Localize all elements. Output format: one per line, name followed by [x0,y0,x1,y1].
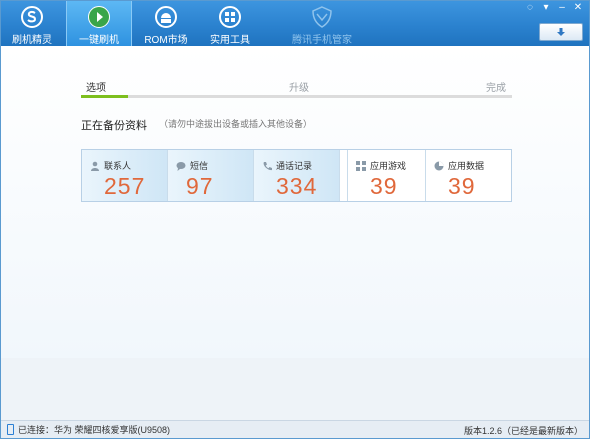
top-toolbar: 刷机精灵 一键刷机 ROM市场 实用工具 腾讯手机管家 ◌ ▾ – ✕ [1,1,589,46]
tab-tencent-manager[interactable]: 腾讯手机管家 [289,1,355,46]
window-controls: ◌ ▾ – ✕ [522,2,586,14]
tab-utilities[interactable]: 实用工具 [203,1,257,46]
card-divider [340,150,348,201]
main-content: 选项 升级 完成 正在备份资料 （请勿中途拔出设备或插入其他设备） 联系人 25… [1,46,589,358]
tab-label: 实用工具 [210,35,250,46]
card-contacts: 联系人 257 [82,150,168,201]
person-icon [90,161,100,171]
close-icon[interactable]: ✕ [570,2,586,14]
version-info: 版本1.2.6（已经是最新版本） [463,426,583,436]
card-value: 334 [276,173,318,199]
card-app-data: 应用数据 39 [426,150,511,201]
progress-track [81,95,512,98]
shield-icon [311,6,333,28]
card-value: 97 [186,173,214,199]
backup-stats: 联系人 257 短信 97 通话记录 334 应用游戏 39 应用数据 39 [81,149,512,202]
card-messages: 短信 97 [168,150,254,201]
footer-panel [1,358,589,420]
minimize-icon[interactable]: – [554,2,570,14]
tab-flash-wizard[interactable]: 刷机精灵 [5,1,59,46]
tab-label: 腾讯手机管家 [292,35,352,46]
arrow-down-icon[interactable] [539,23,583,41]
menu-icon[interactable]: ▾ [538,2,554,14]
tab-label: 刷机精灵 [12,35,52,46]
s-logo-icon [21,6,43,28]
progress-fill [81,95,129,98]
tab-rom-market[interactable]: ROM市场 [139,1,193,46]
step-complete: 完成 [486,83,506,94]
tab-label: ROM市场 [144,35,188,46]
step-options: 选项 [86,83,106,94]
feedback-icon[interactable]: ◌ [522,2,538,14]
grid-icon [219,6,241,28]
card-label: 应用游戏 [370,161,407,171]
app-window: 刷机精灵 一键刷机 ROM市场 实用工具 腾讯手机管家 ◌ ▾ – ✕ 选项 升… [0,0,590,439]
status-bar: 已连接：华为 荣耀四核爱享版(U9508) 版本1.2.6（已经是最新版本） [1,420,589,438]
card-call-log: 通话记录 334 [254,150,340,201]
phone-icon [262,161,272,171]
tab-label: 一键刷机 [79,35,119,46]
card-label: 应用数据 [448,161,485,171]
backup-hint: （请勿中途拔出设备或插入其他设备） [159,119,313,129]
card-value: 39 [370,173,398,199]
card-label: 联系人 [104,161,132,171]
connection-status: 已连接：华为 荣耀四核爱享版(U9508) [18,425,171,435]
backup-title: 正在备份资料 [81,120,147,132]
step-upgrade: 升级 [289,83,309,94]
message-icon [176,161,186,171]
android-icon [155,6,177,28]
pie-icon [434,161,444,171]
tab-one-click-flash[interactable]: 一键刷机 [66,1,132,46]
phone-device-icon [7,424,14,435]
card-apps-games: 应用游戏 39 [348,150,426,201]
card-value: 257 [104,173,146,199]
card-value: 39 [448,173,476,199]
card-label: 通话记录 [276,161,313,171]
apps-icon [356,160,366,171]
card-label: 短信 [190,161,209,171]
play-icon [88,6,110,28]
